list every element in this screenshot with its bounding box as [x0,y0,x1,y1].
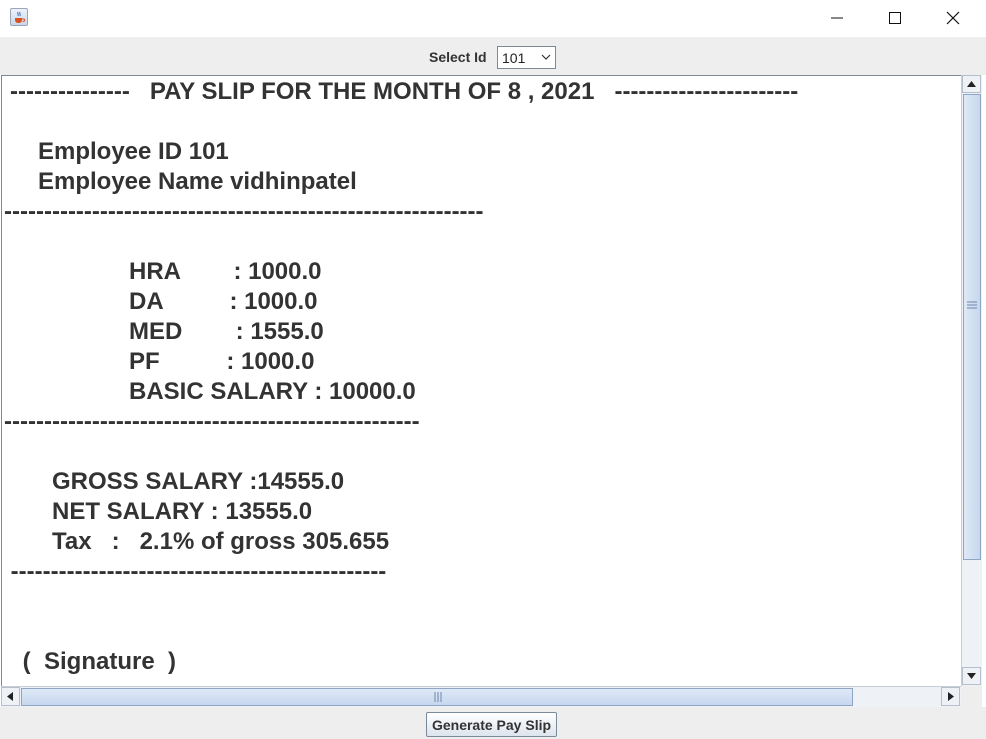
java-coffee-cup-icon [10,8,28,26]
arrow-down-icon [967,673,976,679]
vertical-scroll-thumb[interactable] [963,94,981,560]
minimize-icon [831,17,843,19]
close-icon [946,11,960,25]
hra-text: HRA : 1000.0 [129,258,322,285]
arrow-left-icon [7,692,13,701]
grip-icon [434,692,442,702]
pf-text: PF : 1000.0 [129,348,315,375]
arrow-right-icon [948,692,954,701]
minimize-button[interactable] [808,0,866,37]
payslip-text-area[interactable]: --------------- PAY SLIP FOR THE MONTH O… [1,75,961,686]
grip-icon [967,301,977,309]
med-text: MED : 1555.0 [129,318,324,345]
select-id-label: Select Id [429,49,487,65]
scroll-left-button[interactable] [1,687,20,706]
scroll-right-button[interactable] [941,687,960,706]
payslip-header: --------------- PAY SLIP FOR THE MONTH O… [10,78,799,105]
generate-pay-slip-button[interactable]: Generate Pay Slip [426,712,557,737]
select-id-dropdown[interactable]: 101 [497,46,556,69]
maximize-button[interactable] [866,0,924,37]
vertical-scrollbar[interactable] [961,75,982,686]
toolbar [0,37,986,75]
signature-text: ( Signature ) [16,648,177,675]
scroll-up-button[interactable] [962,75,981,93]
scrollbar-corner [961,686,982,707]
selected-id-value: 101 [502,50,526,66]
scroll-down-button[interactable] [962,667,981,685]
employee-id-text: Employee ID 101 [38,138,229,165]
basic-salary-text: BASIC SALARY : 10000.0 [129,378,416,405]
horizontal-scroll-thumb[interactable] [21,688,853,706]
maximize-icon [889,12,901,24]
gross-salary-text: GROSS SALARY :14555.0 [52,468,345,495]
horizontal-scrollbar[interactable] [1,686,961,707]
close-button[interactable] [924,0,982,37]
tax-text: Tax : 2.1% of gross 305.655 [52,528,390,555]
window-titlebar [0,0,986,37]
divider-line: ----------------------------------------… [4,408,420,435]
chevron-down-icon [541,54,551,60]
divider-line: ----------------------------------------… [4,558,387,585]
net-salary-text: NET SALARY : 13555.0 [52,498,313,525]
da-text: DA : 1000.0 [129,288,318,315]
arrow-up-icon [967,81,976,87]
employee-name-text: Employee Name vidhinpatel [38,168,357,195]
divider-line: ----------------------------------------… [4,198,484,225]
